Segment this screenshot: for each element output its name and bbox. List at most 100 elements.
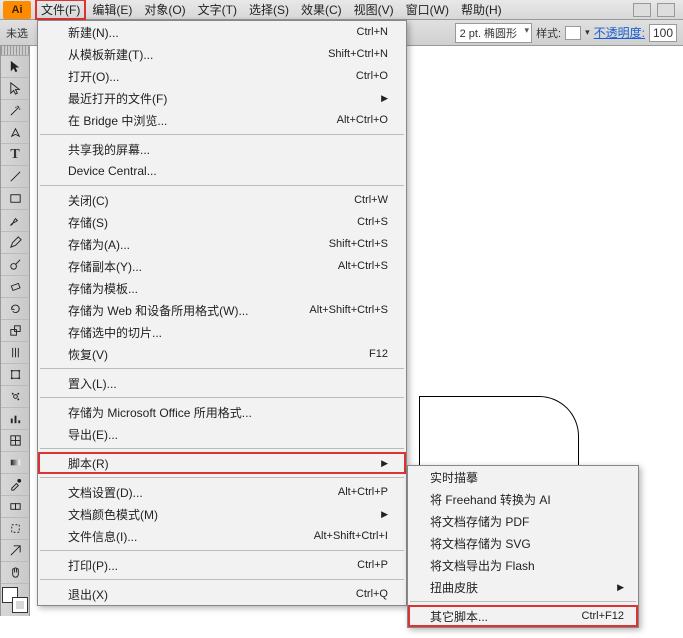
menu-文字T[interactable]: 文字(T) [192,0,243,20]
menu-item[interactable]: 文件信息(I)...Alt+Shift+Ctrl+I [38,525,406,547]
blob-tool[interactable] [1,254,29,276]
menu-对象O[interactable]: 对象(O) [138,0,191,20]
menubar: Ai 文件(F)编辑(E)对象(O)文字(T)选择(S)效果(C)视图(V)窗口… [0,0,683,20]
opacity-input[interactable]: 100 [649,24,677,42]
shortcut: Ctrl+P [357,559,388,571]
type-tool[interactable]: T [1,144,29,166]
submenu-arrow-icon: ▶ [381,93,388,104]
line-tool[interactable] [1,166,29,188]
menu-item[interactable]: 恢复(V)F12 [38,343,406,365]
menu-item[interactable]: 导出(E)... [38,423,406,445]
submenu-item[interactable]: 将文档导出为 Flash [408,554,638,576]
stroke-select[interactable]: 2 pt. 椭圆形 [455,23,532,43]
mesh-tool[interactable] [1,430,29,452]
submenu-item-label: 将文档存储为 PDF [430,513,624,530]
br-icon[interactable] [633,3,651,17]
menu-选择S[interactable]: 选择(S) [243,0,295,20]
menu-item[interactable]: 打印(P)...Ctrl+P [38,554,406,576]
menu-item-label: 退出(X) [68,586,356,603]
menu-视图V[interactable]: 视图(V) [348,0,400,20]
submenu-item-label: 将 Freehand 转换为 AI [430,491,624,508]
style-swatch[interactable] [565,26,581,40]
selection-tool[interactable] [1,56,29,78]
menubar-icons [633,3,683,17]
scale-tool[interactable] [1,320,29,342]
layout-icon[interactable] [657,3,675,17]
menu-item[interactable]: 退出(X)Ctrl+Q [38,583,406,605]
menu-文件F[interactable]: 文件(F) [35,0,86,20]
free-transform-tool[interactable] [1,364,29,386]
menu-item[interactable]: 最近打开的文件(F) ▶ [38,87,406,109]
shortcut: Ctrl+O [356,70,388,82]
menu-item[interactable]: 文档颜色模式(M)▶ [38,503,406,525]
style-label: 样式: [536,25,561,41]
menu-效果C[interactable]: 效果(C) [295,0,348,20]
menu-item-label: 共享我的屏幕... [68,141,388,158]
toolbox-grip[interactable] [1,46,29,56]
gradient-tool[interactable] [1,452,29,474]
menu-item[interactable]: 存储为 Microsoft Office 所用格式... [38,401,406,423]
opacity-label[interactable]: 不透明度: [594,24,645,41]
menu-item[interactable]: 存储为模板... [38,277,406,299]
submenu-item[interactable]: 扭曲皮肤▶ [408,576,638,598]
separator [40,185,404,186]
submenu-item[interactable]: 其它脚本...Ctrl+F12 [408,605,638,627]
menu-item-label: 从模板新建(T)... [68,46,328,63]
menu-item[interactable]: Device Central... [38,160,406,182]
separator [40,134,404,135]
symbol-tool[interactable] [1,386,29,408]
pen-tool[interactable] [1,122,29,144]
rotate-tool[interactable] [1,298,29,320]
hand-tool[interactable] [1,562,29,584]
slice-tool[interactable] [1,540,29,562]
eraser-tool[interactable] [1,276,29,298]
submenu-item[interactable]: 将文档存储为 SVG [408,532,638,554]
submenu-item[interactable]: 将文档存储为 PDF [408,510,638,532]
chevron-down-icon[interactable]: ▾ [585,27,590,38]
submenu-item-label: 将文档导出为 Flash [430,557,624,574]
menu-item[interactable]: 从模板新建(T)...Shift+Ctrl+N [38,43,406,65]
menu-item[interactable]: 置入(L)... [38,372,406,394]
menu-item[interactable]: 在 Bridge 中浏览...Alt+Ctrl+O [38,109,406,131]
shortcut: Shift+Ctrl+N [328,48,388,60]
menu-item[interactable]: 新建(N)...Ctrl+N [38,21,406,43]
menu-item[interactable]: 存储(S)Ctrl+S [38,211,406,233]
menu-item[interactable]: 脚本(R)▶ [38,452,406,474]
shortcut: Ctrl+S [357,216,388,228]
menu-item[interactable]: 存储为 Web 和设备所用格式(W)...Alt+Shift+Ctrl+S [38,299,406,321]
menu-窗口W[interactable]: 窗口(W) [400,0,455,20]
rect-tool[interactable] [1,188,29,210]
menu-item-label: 文档颜色模式(M) [68,506,375,523]
menu-item-label: 存储副本(Y)... [68,258,338,275]
eyedropper-tool[interactable] [1,474,29,496]
graph-tool[interactable] [1,408,29,430]
artboard-tool[interactable] [1,518,29,540]
pencil-tool[interactable] [1,232,29,254]
separator [40,550,404,551]
warp-tool[interactable] [1,342,29,364]
shortcut: Alt+Shift+Ctrl+I [314,530,388,542]
submenu-arrow-icon: ▶ [381,458,388,469]
menu-item[interactable]: 共享我的屏幕... [38,138,406,160]
magic-wand-tool[interactable] [1,100,29,122]
submenu-item[interactable]: 将 Freehand 转换为 AI [408,488,638,510]
menu-item[interactable]: 文档设置(D)...Alt+Ctrl+P [38,481,406,503]
menu-item-label: 最近打开的文件(F) [68,90,375,107]
menu-item[interactable]: 打开(O)...Ctrl+O [38,65,406,87]
menu-item[interactable]: 存储为(A)...Shift+Ctrl+S [38,233,406,255]
color-wells[interactable] [2,587,28,613]
submenu-item[interactable]: 实时描摹 [408,466,638,488]
menu-item[interactable]: 关闭(C)Ctrl+W [38,189,406,211]
shortcut: F12 [369,348,388,360]
shortcut: Shift+Ctrl+S [329,238,388,250]
menu-编辑E[interactable]: 编辑(E) [86,0,138,20]
menu-item[interactable]: 存储选中的切片... [38,321,406,343]
menu-item[interactable]: 存储副本(Y)...Alt+Ctrl+S [38,255,406,277]
shortcut: Ctrl+W [354,194,388,206]
blend-tool[interactable] [1,496,29,518]
separator [40,448,404,449]
menu-帮助H[interactable]: 帮助(H) [455,0,508,20]
direct-select-tool[interactable] [1,78,29,100]
brush-tool[interactable] [1,210,29,232]
shortcut: Ctrl+F12 [582,610,625,622]
